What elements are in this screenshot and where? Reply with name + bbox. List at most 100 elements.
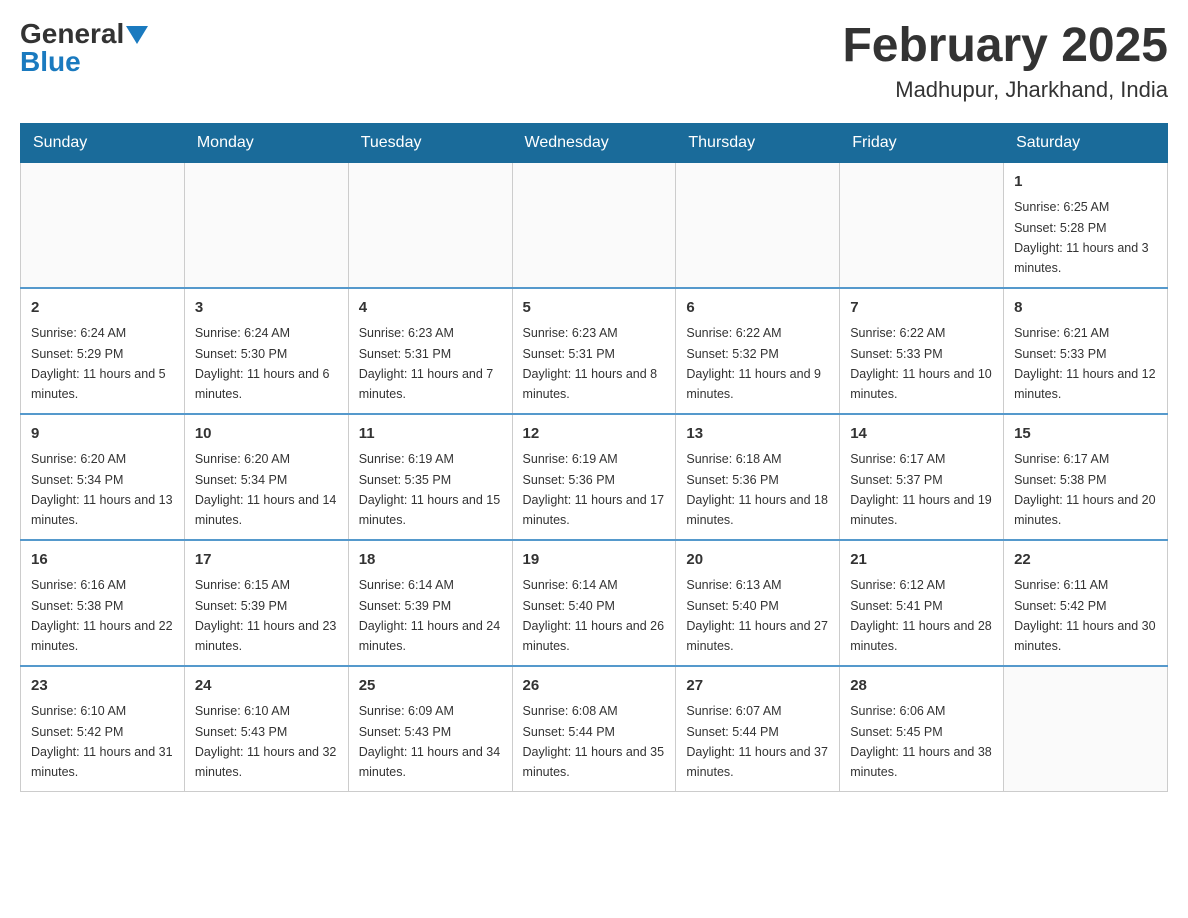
day-info: Sunrise: 6:07 AM Sunset: 5:44 PM Dayligh… [686, 704, 828, 779]
day-number: 13 [686, 423, 829, 446]
day-info: Sunrise: 6:22 AM Sunset: 5:32 PM Dayligh… [686, 326, 821, 401]
day-number: 16 [31, 549, 174, 572]
day-number: 19 [523, 549, 666, 572]
calendar-week-row: 23 Sunrise: 6:10 AM Sunset: 5:42 PM Dayli… [21, 666, 1168, 792]
day-info: Sunrise: 6:24 AM Sunset: 5:30 PM Dayligh… [195, 326, 330, 401]
day-number: 15 [1014, 423, 1157, 446]
table-row [1004, 666, 1168, 792]
day-info: Sunrise: 6:12 AM Sunset: 5:41 PM Dayligh… [850, 578, 992, 653]
day-info: Sunrise: 6:22 AM Sunset: 5:33 PM Dayligh… [850, 326, 992, 401]
day-info: Sunrise: 6:10 AM Sunset: 5:42 PM Dayligh… [31, 704, 173, 779]
day-number: 3 [195, 297, 338, 320]
day-number: 18 [359, 549, 502, 572]
table-row: 15Sunrise: 6:17 AM Sunset: 5:38 PM Dayli… [1004, 414, 1168, 540]
col-monday: Monday [184, 123, 348, 162]
col-tuesday: Tuesday [348, 123, 512, 162]
table-row: 5 Sunrise: 6:23 AM Sunset: 5:31 PM Daylig… [512, 288, 676, 414]
table-row: 8 Sunrise: 6:21 AM Sunset: 5:33 PM Daylig… [1004, 288, 1168, 414]
day-info: Sunrise: 6:09 AM Sunset: 5:43 PM Dayligh… [359, 704, 501, 779]
day-number: 6 [686, 297, 829, 320]
calendar-week-row: 9 Sunrise: 6:20 AM Sunset: 5:34 PM Daylig… [21, 414, 1168, 540]
day-number: 27 [686, 675, 829, 698]
logo: General Blue [20, 20, 148, 76]
col-saturday: Saturday [1004, 123, 1168, 162]
col-friday: Friday [840, 123, 1004, 162]
day-number: 5 [523, 297, 666, 320]
table-row: 4 Sunrise: 6:23 AM Sunset: 5:31 PM Daylig… [348, 288, 512, 414]
day-number: 28 [850, 675, 993, 698]
day-info: Sunrise: 6:19 AM Sunset: 5:36 PM Dayligh… [523, 452, 665, 527]
table-row [512, 162, 676, 288]
day-number: 23 [31, 675, 174, 698]
table-row [348, 162, 512, 288]
day-info: Sunrise: 6:18 AM Sunset: 5:36 PM Dayligh… [686, 452, 828, 527]
table-row: 9 Sunrise: 6:20 AM Sunset: 5:34 PM Daylig… [21, 414, 185, 540]
calendar-week-row: 16 Sunrise: 6:16 AM Sunset: 5:38 PM Dayli… [21, 540, 1168, 666]
table-row: 11Sunrise: 6:19 AM Sunset: 5:35 PM Dayli… [348, 414, 512, 540]
title-block: February 2025 Madhupur, Jharkhand, India [842, 20, 1168, 103]
table-row: 16 Sunrise: 6:16 AM Sunset: 5:38 PM Dayli… [21, 540, 185, 666]
day-info: Sunrise: 6:20 AM Sunset: 5:34 PM Dayligh… [31, 452, 173, 527]
calendar-title: February 2025 [842, 20, 1168, 73]
day-info: Sunrise: 6:08 AM Sunset: 5:44 PM Dayligh… [523, 704, 665, 779]
day-info: Sunrise: 6:24 AM Sunset: 5:29 PM Dayligh… [31, 326, 166, 401]
day-number: 10 [195, 423, 338, 446]
day-number: 14 [850, 423, 993, 446]
day-info: Sunrise: 6:15 AM Sunset: 5:39 PM Dayligh… [195, 578, 337, 653]
table-row: 17 Sunrise: 6:15 AM Sunset: 5:39 PM Dayli… [184, 540, 348, 666]
day-info: Sunrise: 6:25 AM Sunset: 5:28 PM Dayligh… [1014, 200, 1149, 275]
day-number: 11 [359, 423, 502, 446]
day-info: Sunrise: 6:11 AM Sunset: 5:42 PM Dayligh… [1014, 578, 1156, 653]
table-row: 18 Sunrise: 6:14 AM Sunset: 5:39 PM Dayli… [348, 540, 512, 666]
logo-general-text: General [20, 20, 124, 48]
table-row: 20 Sunrise: 6:13 AM Sunset: 5:40 PM Dayli… [676, 540, 840, 666]
table-row: 6 Sunrise: 6:22 AM Sunset: 5:32 PM Daylig… [676, 288, 840, 414]
day-number: 9 [31, 423, 174, 446]
table-row: 19 Sunrise: 6:14 AM Sunset: 5:40 PM Dayli… [512, 540, 676, 666]
day-info: Sunrise: 6:10 AM Sunset: 5:43 PM Dayligh… [195, 704, 337, 779]
table-row [184, 162, 348, 288]
col-sunday: Sunday [21, 123, 185, 162]
day-info: Sunrise: 6:21 AM Sunset: 5:33 PM Dayligh… [1014, 326, 1156, 401]
table-row: 7 Sunrise: 6:22 AM Sunset: 5:33 PM Daylig… [840, 288, 1004, 414]
day-number: 24 [195, 675, 338, 698]
col-wednesday: Wednesday [512, 123, 676, 162]
day-info: Sunrise: 6:14 AM Sunset: 5:40 PM Dayligh… [523, 578, 665, 653]
table-row: 23 Sunrise: 6:10 AM Sunset: 5:42 PM Dayli… [21, 666, 185, 792]
day-info: Sunrise: 6:13 AM Sunset: 5:40 PM Dayligh… [686, 578, 828, 653]
calendar-table: Sunday Monday Tuesday Wednesday Thursday… [20, 123, 1168, 792]
day-info: Sunrise: 6:14 AM Sunset: 5:39 PM Dayligh… [359, 578, 501, 653]
table-row [840, 162, 1004, 288]
table-row: 25 Sunrise: 6:09 AM Sunset: 5:43 PM Dayli… [348, 666, 512, 792]
logo-blue-text: Blue [20, 46, 81, 77]
table-row [676, 162, 840, 288]
day-number: 1 [1014, 171, 1157, 194]
day-number: 2 [31, 297, 174, 320]
day-number: 8 [1014, 297, 1157, 320]
calendar-week-row: 1 Sunrise: 6:25 AM Sunset: 5:28 PM Daylig… [21, 162, 1168, 288]
calendar-week-row: 2 Sunrise: 6:24 AM Sunset: 5:29 PM Daylig… [21, 288, 1168, 414]
table-row: 10Sunrise: 6:20 AM Sunset: 5:34 PM Dayli… [184, 414, 348, 540]
day-info: Sunrise: 6:23 AM Sunset: 5:31 PM Dayligh… [523, 326, 658, 401]
calendar-header-row: Sunday Monday Tuesday Wednesday Thursday… [21, 123, 1168, 162]
day-number: 20 [686, 549, 829, 572]
table-row: 22Sunrise: 6:11 AM Sunset: 5:42 PM Dayli… [1004, 540, 1168, 666]
day-number: 4 [359, 297, 502, 320]
table-row: 13 Sunrise: 6:18 AM Sunset: 5:36 PM Dayli… [676, 414, 840, 540]
table-row: 28Sunrise: 6:06 AM Sunset: 5:45 PM Dayli… [840, 666, 1004, 792]
day-info: Sunrise: 6:23 AM Sunset: 5:31 PM Dayligh… [359, 326, 494, 401]
table-row: 14 Sunrise: 6:17 AM Sunset: 5:37 PM Dayli… [840, 414, 1004, 540]
day-number: 17 [195, 549, 338, 572]
col-thursday: Thursday [676, 123, 840, 162]
table-row: 3 Sunrise: 6:24 AM Sunset: 5:30 PM Daylig… [184, 288, 348, 414]
day-number: 7 [850, 297, 993, 320]
day-number: 21 [850, 549, 993, 572]
table-row: 2 Sunrise: 6:24 AM Sunset: 5:29 PM Daylig… [21, 288, 185, 414]
day-number: 25 [359, 675, 502, 698]
table-row [21, 162, 185, 288]
page-header: General Blue February 2025 Madhupur, Jha… [20, 20, 1168, 103]
table-row: 24 Sunrise: 6:10 AM Sunset: 5:43 PM Dayli… [184, 666, 348, 792]
day-info: Sunrise: 6:17 AM Sunset: 5:37 PM Dayligh… [850, 452, 992, 527]
day-info: Sunrise: 6:16 AM Sunset: 5:38 PM Dayligh… [31, 578, 173, 653]
day-number: 12 [523, 423, 666, 446]
